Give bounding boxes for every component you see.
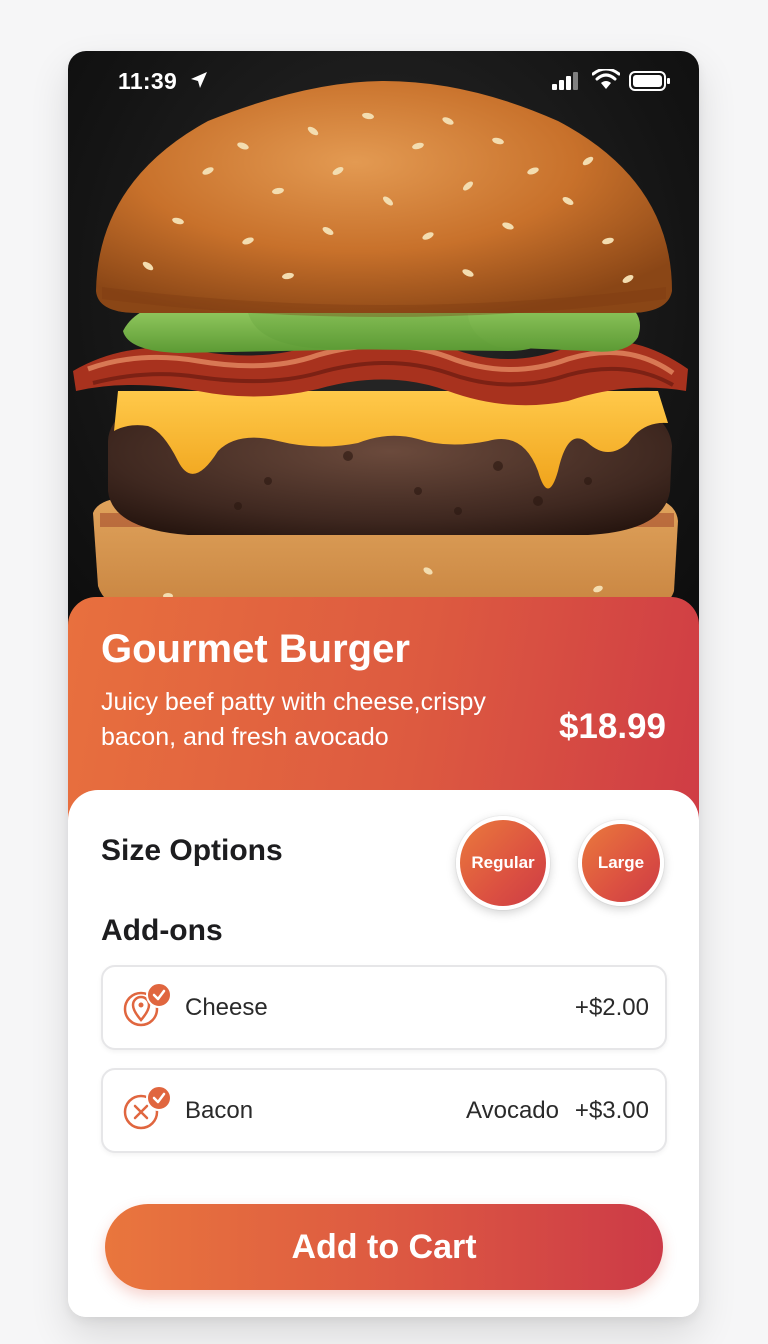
signal-icon: [552, 72, 578, 90]
addon-item-bacon[interactable]: Bacon Avocado +$3.00: [101, 1068, 667, 1153]
product-description: Juicy beef patty with cheese,crispy baco…: [101, 688, 486, 751]
wifi-icon: [592, 69, 620, 89]
product-image: 11:39: [68, 51, 699, 651]
battery-icon: [629, 71, 670, 91]
close-circle-icon: [123, 1085, 172, 1130]
status-time: 11:39: [118, 68, 178, 94]
addons-title: Add-ons: [101, 914, 223, 947]
addon-price: +$2.00: [574, 994, 649, 1021]
addon-extra-label: Avocado: [466, 1097, 559, 1124]
addon-item-cheese[interactable]: Cheese +$2.00: [101, 965, 667, 1050]
addon-name: Bacon: [185, 1097, 254, 1124]
addon-price: +$3.00: [574, 1097, 649, 1124]
status-bar: 11:39: [68, 51, 699, 111]
check-badge-icon: [146, 1085, 172, 1111]
burger-illustration: [73, 81, 688, 617]
size-options-title: Size Options: [101, 834, 283, 867]
add-to-cart-button[interactable]: Add to Cart: [105, 1204, 663, 1290]
location-pin-icon: [123, 982, 172, 1027]
size-option-large[interactable]: Large: [578, 820, 664, 906]
product-price: $18.99: [558, 707, 666, 746]
phone-frame: 11:39 Gourmet Burger Juicy beef patty wi…: [68, 51, 699, 1317]
addon-name: Cheese: [185, 994, 268, 1021]
location-arrow-icon: [191, 72, 207, 88]
check-badge-icon: [146, 982, 172, 1008]
product-title: Gourmet Burger: [101, 627, 410, 671]
size-option-regular[interactable]: Regular: [456, 816, 550, 910]
